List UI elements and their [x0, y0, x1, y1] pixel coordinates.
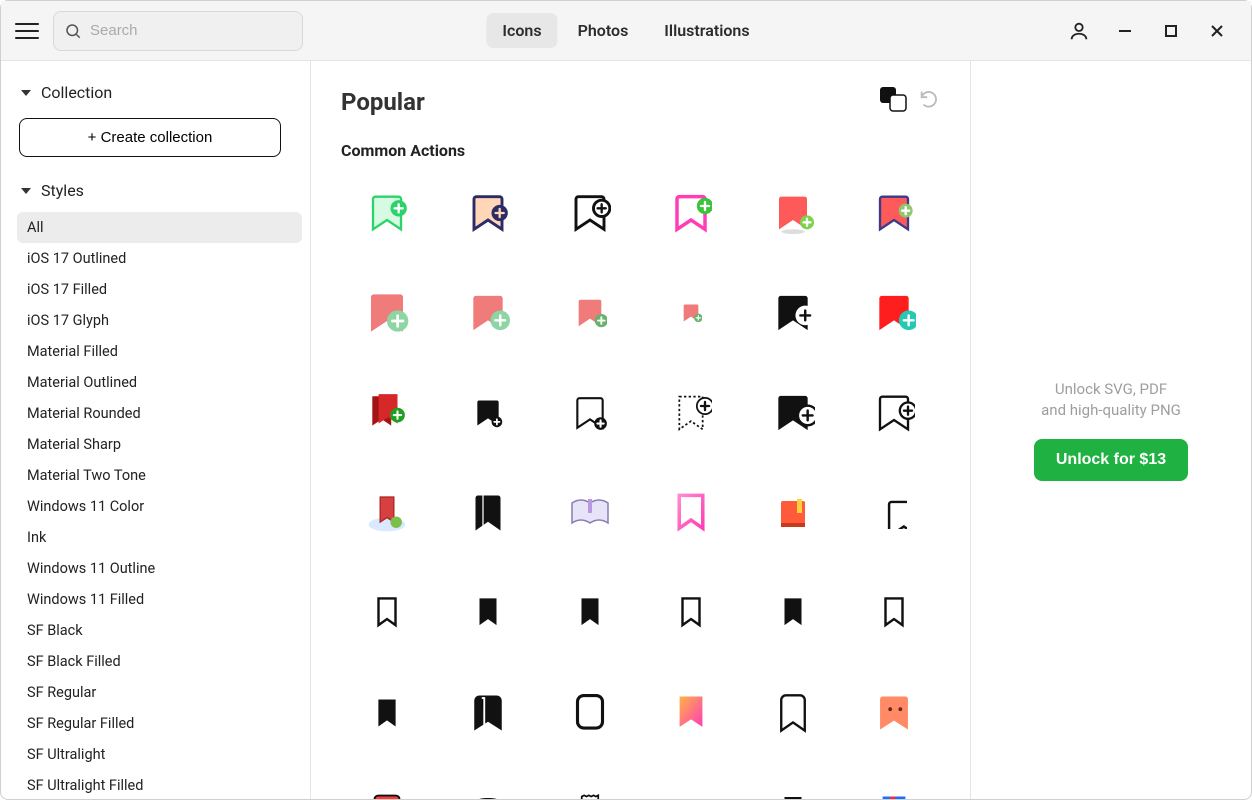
- style-item[interactable]: Windows 11 Outline: [17, 553, 302, 584]
- bookmark-add-blue-icon[interactable]: [443, 178, 535, 248]
- bookmark-add-salmon-md-icon[interactable]: [443, 278, 535, 348]
- bookmark-add-bold-icon[interactable]: [747, 378, 839, 448]
- bookmark-add-salmon-lg-icon[interactable]: [341, 278, 433, 348]
- sidebar-styles-header[interactable]: Styles: [17, 175, 302, 206]
- style-item[interactable]: SF Black Filled: [17, 646, 302, 677]
- style-item[interactable]: Material Outlined: [17, 367, 302, 398]
- window-controls: [1067, 19, 1239, 43]
- style-item[interactable]: iOS 17 Filled: [17, 274, 302, 305]
- bookmark-add-black-icon[interactable]: [747, 278, 839, 348]
- style-item[interactable]: Material Rounded: [17, 398, 302, 429]
- style-item[interactable]: iOS 17 Glyph: [17, 305, 302, 336]
- bookmark-gradient-pink-icon[interactable]: [646, 478, 738, 548]
- maximize-icon[interactable]: [1159, 19, 1183, 43]
- chevron-down-icon: [21, 188, 31, 194]
- bookmark-red-round-icon[interactable]: [341, 778, 433, 799]
- undo-icon[interactable]: [918, 88, 940, 116]
- unlock-panel: Unlock SVG, PDF and high-quality PNG Unl…: [971, 61, 1251, 799]
- bookmark-round-outline-icon[interactable]: [544, 678, 636, 748]
- style-list: AlliOS 17 OutlinediOS 17 FillediOS 17 Gl…: [17, 212, 302, 799]
- bookmark-ribbon-outline-icon[interactable]: [747, 678, 839, 748]
- sidebar-collection-header[interactable]: Collection: [17, 77, 302, 108]
- bookmark-add-red-dual-icon[interactable]: [341, 378, 433, 448]
- menu-icon[interactable]: [13, 17, 41, 45]
- unlock-text: Unlock SVG, PDF and high-quality PNG: [1041, 379, 1181, 421]
- bookmark-add-green-icon[interactable]: [341, 178, 433, 248]
- style-item[interactable]: Material Filled: [17, 336, 302, 367]
- close-icon[interactable]: [1205, 19, 1229, 43]
- chevron-down-icon: [21, 90, 31, 96]
- style-item[interactable]: Windows 11 Filled: [17, 584, 302, 615]
- user-icon[interactable]: [1067, 19, 1091, 43]
- bookmark-add-red-teal-icon[interactable]: [849, 278, 941, 348]
- bookmark-gradient-icon[interactable]: [646, 678, 738, 748]
- bookmark-open-book-icon[interactable]: [544, 478, 636, 548]
- nav-tabs: Icons Photos Illustrations: [486, 13, 765, 48]
- sidebar-styles-label: Styles: [41, 181, 84, 200]
- bookmark-add-pink-icon[interactable]: [646, 178, 738, 248]
- bookmark-solid-3-icon[interactable]: [747, 578, 839, 648]
- bookmark-add-flat-red-icon[interactable]: [747, 178, 839, 248]
- style-item[interactable]: SF Regular: [17, 677, 302, 708]
- style-item[interactable]: SF Black: [17, 615, 302, 646]
- topbar: Icons Photos Illustrations: [1, 1, 1251, 61]
- bookmark-solid-1-icon[interactable]: [443, 578, 535, 648]
- section-title: Common Actions: [341, 141, 940, 160]
- style-item[interactable]: Material Two Tone: [17, 460, 302, 491]
- style-item[interactable]: iOS 17 Outlined: [17, 243, 302, 274]
- page-title: Popular: [341, 88, 425, 116]
- bookmark-blue-red-icon[interactable]: [849, 778, 941, 799]
- search-icon: [64, 22, 82, 40]
- color-mode-toggle[interactable]: [878, 85, 908, 119]
- bookmark-outline-2-icon[interactable]: [646, 578, 738, 648]
- style-item[interactable]: SF Ultralight Filled: [17, 770, 302, 799]
- style-item[interactable]: Ink: [17, 522, 302, 553]
- style-item[interactable]: Material Sharp: [17, 429, 302, 460]
- minimize-icon[interactable]: [1113, 19, 1137, 43]
- sidebar-collection-label: Collection: [41, 83, 112, 102]
- bookmark-fill-sq-icon[interactable]: [341, 678, 433, 748]
- bookmark-add-line-icon[interactable]: [849, 378, 941, 448]
- search-input[interactable]: [90, 22, 292, 39]
- icon-grid: [341, 178, 940, 799]
- bookmark-add-stamp-icon[interactable]: [646, 378, 738, 448]
- style-item[interactable]: All: [17, 212, 302, 243]
- bookmark-flat-book-icon[interactable]: [747, 478, 839, 548]
- sidebar: Collection + Create collection Styles Al…: [1, 61, 311, 799]
- tab-icons[interactable]: Icons: [486, 13, 557, 48]
- style-item[interactable]: SF Ultralight: [17, 739, 302, 770]
- bookmark-torn-icon[interactable]: [544, 778, 636, 799]
- bookmark-add-salmon-xs-icon[interactable]: [646, 278, 738, 348]
- bookmark-pixel-outline-icon[interactable]: [747, 778, 839, 799]
- bookmark-outline-1-icon[interactable]: [341, 578, 433, 648]
- bookmark-line-sm-icon[interactable]: [849, 478, 941, 548]
- main: Popular Common Actions Unlock SVG, PDF a…: [311, 61, 1251, 799]
- bookmark-add-solid-sm-icon[interactable]: [443, 378, 535, 448]
- bookmark-rounded-fill-icon[interactable]: [443, 678, 535, 748]
- search-input-wrap[interactable]: [53, 11, 303, 51]
- bookmark-outline-3-icon[interactable]: [849, 578, 941, 648]
- style-item[interactable]: Windows 11 Color: [17, 491, 302, 522]
- bookmark-solid-round-icon[interactable]: [443, 478, 535, 548]
- bookmark-solid-2-icon[interactable]: [544, 578, 636, 648]
- bookmark-add-outline-icon[interactable]: [544, 178, 636, 248]
- bookmark-blob-icon[interactable]: [443, 778, 535, 799]
- bookmark-eyes-icon[interactable]: [849, 678, 941, 748]
- bookmark-pixel-dual-icon[interactable]: [646, 778, 738, 799]
- bookmark-add-sticker-icon[interactable]: [849, 178, 941, 248]
- bookmark-add-salmon-sm-icon[interactable]: [544, 278, 636, 348]
- style-item[interactable]: SF Regular Filled: [17, 708, 302, 739]
- create-collection-button[interactable]: + Create collection: [19, 118, 281, 157]
- unlock-button[interactable]: Unlock for $13: [1034, 439, 1188, 481]
- tab-photos[interactable]: Photos: [562, 13, 645, 48]
- tab-illustrations[interactable]: Illustrations: [648, 13, 765, 48]
- bookmark-add-thin-icon[interactable]: [544, 378, 636, 448]
- content-area: Popular Common Actions: [311, 61, 971, 799]
- bookmark-3d-icon[interactable]: [341, 478, 433, 548]
